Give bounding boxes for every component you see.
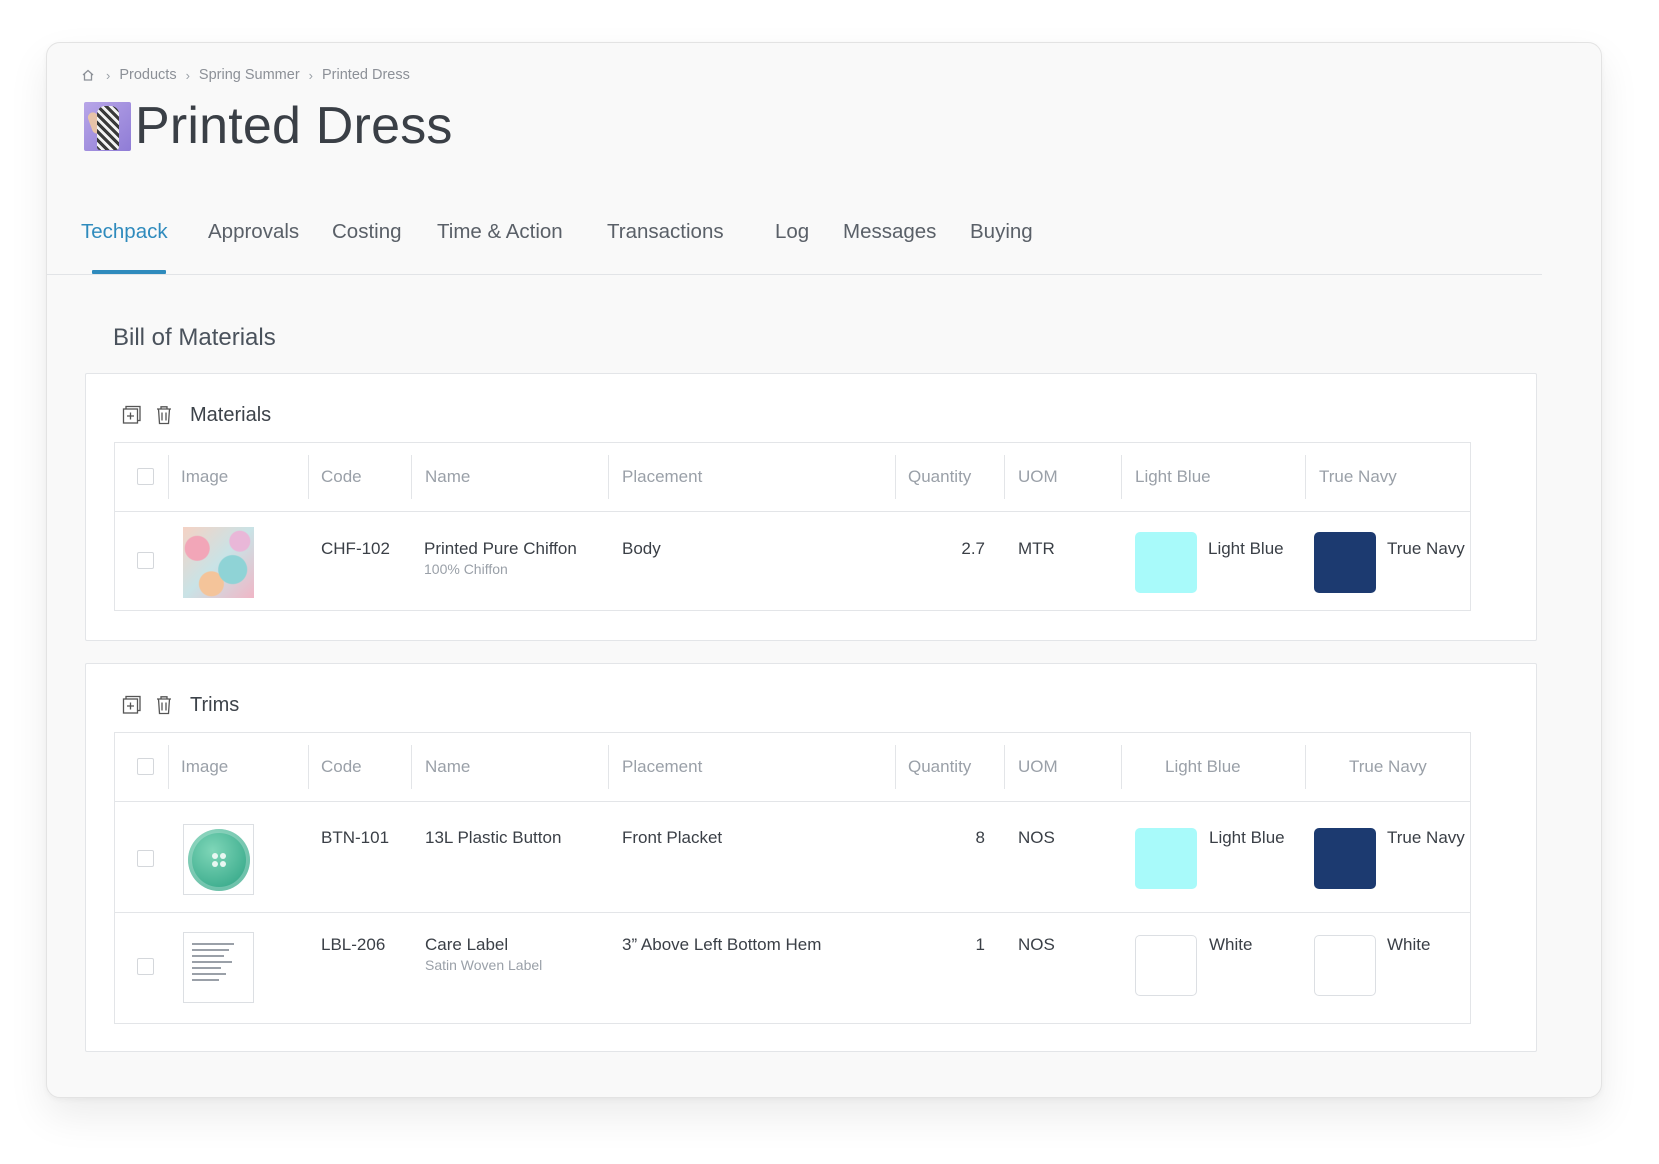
cell-code: BTN-101 (321, 828, 390, 847)
table-row[interactable]: LBL-206 Care Label Satin Woven Label 3” … (115, 913, 1470, 1023)
add-copy-icon[interactable] (122, 405, 142, 425)
breadcrumb-spring-summer[interactable]: Spring Summer (199, 67, 300, 83)
trim-image-button (183, 824, 254, 895)
col-name: Name (425, 757, 471, 776)
cell-color2-label: True Navy (1387, 539, 1465, 558)
row-checkbox[interactable] (137, 850, 154, 867)
col-placement: Placement (622, 757, 703, 776)
col-image: Image (181, 757, 229, 776)
breadcrumb-products[interactable]: Products (119, 67, 176, 83)
cell-placement: Front Placket (622, 828, 723, 847)
cell-uom: NOS (1018, 828, 1055, 847)
trash-icon[interactable] (154, 405, 174, 425)
cell-color2-label: White (1387, 935, 1431, 954)
materials-title: Materials (190, 403, 272, 426)
section-title: Bill of Materials (113, 324, 276, 351)
chevron-right-icon: › (308, 67, 313, 83)
color-swatch-true-navy (1314, 532, 1376, 593)
cell-uom: NOS (1018, 935, 1055, 954)
tab-costing[interactable]: Costing (332, 219, 402, 245)
col-true-navy: True Navy (1349, 757, 1427, 776)
tab-approvals[interactable]: Approvals (208, 219, 299, 245)
col-quantity: Quantity (908, 467, 972, 486)
cell-color1-label: Light Blue (1208, 539, 1284, 558)
row-checkbox[interactable] (137, 552, 154, 569)
tab-buying[interactable]: Buying (970, 219, 1033, 245)
col-uom: UOM (1018, 467, 1058, 486)
cell-color2-label: True Navy (1387, 828, 1465, 847)
chevron-right-icon: › (106, 67, 111, 83)
col-placement: Placement (622, 467, 703, 486)
cell-color1-label: Light Blue (1209, 828, 1285, 847)
cell-quantity: 2.7 (961, 539, 985, 558)
trash-icon[interactable] (154, 695, 174, 715)
col-true-navy: True Navy (1319, 467, 1397, 486)
tab-time-action[interactable]: Time & Action (437, 219, 563, 245)
home-icon[interactable] (81, 68, 95, 82)
product-thumbnail (84, 101, 131, 151)
materials-table: Image Code Name Placement Quantity UOM L… (114, 442, 1471, 611)
color-swatch-true-navy (1314, 828, 1376, 889)
cell-code: CHF-102 (321, 539, 390, 558)
cell-name: Printed Pure Chiffon 100% Chiffon (424, 539, 577, 577)
breadcrumb-printed-dress: Printed Dress (322, 67, 410, 83)
select-all-checkbox[interactable] (137, 468, 154, 485)
cell-color1-label: White (1209, 935, 1253, 954)
app-window: › Products › Spring Summer › Printed Dre… (46, 42, 1602, 1098)
col-name: Name (425, 467, 471, 486)
page-title: Printed Dress (135, 97, 453, 155)
tab-messages[interactable]: Messages (843, 219, 936, 245)
tab-log[interactable]: Log (775, 219, 809, 245)
color-swatch-light-blue (1135, 532, 1197, 593)
materials-card: Materials Image Code Name Placement Quan… (85, 373, 1537, 641)
add-copy-icon[interactable] (122, 695, 142, 715)
active-tab-indicator (92, 270, 166, 274)
table-header: Image Code Name Placement Quantity UOM L… (115, 733, 1470, 802)
trims-card: Trims Image Code Name Placement Quantity… (85, 663, 1537, 1052)
cell-subname: Satin Woven Label (425, 957, 543, 973)
trims-title: Trims (190, 693, 240, 716)
cell-placement: Body (622, 539, 661, 558)
breadcrumb: › Products › Spring Summer › Printed Dre… (81, 67, 410, 83)
material-image (183, 527, 254, 598)
cell-placement: 3” Above Left Bottom Hem (622, 935, 822, 954)
table-row[interactable]: BTN-101 13L Plastic Button Front Placket… (115, 802, 1470, 913)
row-checkbox[interactable] (137, 958, 154, 975)
materials-header: Materials (122, 402, 271, 428)
cell-name: 13L Plastic Button (425, 828, 562, 847)
tab-bar: Techpack Approvals Costing Time & Action… (47, 219, 1542, 275)
chevron-right-icon: › (185, 67, 190, 83)
color-swatch-light-blue (1135, 828, 1197, 889)
col-image: Image (181, 467, 229, 486)
trims-table: Image Code Name Placement Quantity UOM L… (114, 732, 1471, 1024)
title-row: Printed Dress (84, 98, 453, 154)
color-swatch-white (1135, 935, 1197, 996)
col-light-blue: Light Blue (1165, 757, 1241, 776)
col-code: Code (321, 757, 362, 776)
trims-header: Trims (122, 692, 239, 718)
table-row[interactable]: CHF-102 Printed Pure Chiffon 100% Chiffo… (115, 512, 1470, 610)
cell-name: Care Label Satin Woven Label (425, 935, 543, 973)
col-quantity: Quantity (908, 757, 972, 776)
col-light-blue: Light Blue (1135, 467, 1211, 486)
tab-transactions[interactable]: Transactions (607, 219, 724, 245)
cell-quantity: 8 (975, 828, 985, 847)
color-swatch-white (1314, 935, 1376, 996)
cell-quantity: 1 (975, 935, 985, 954)
col-code: Code (321, 467, 362, 486)
select-all-checkbox[interactable] (137, 758, 154, 775)
cell-subname: 100% Chiffon (424, 561, 508, 577)
tab-techpack[interactable]: Techpack (81, 219, 168, 245)
trim-image-care-label (183, 932, 254, 1003)
cell-code: LBL-206 (321, 935, 386, 954)
cell-uom: MTR (1018, 539, 1055, 558)
table-header: Image Code Name Placement Quantity UOM L… (115, 443, 1470, 512)
col-uom: UOM (1018, 757, 1058, 776)
